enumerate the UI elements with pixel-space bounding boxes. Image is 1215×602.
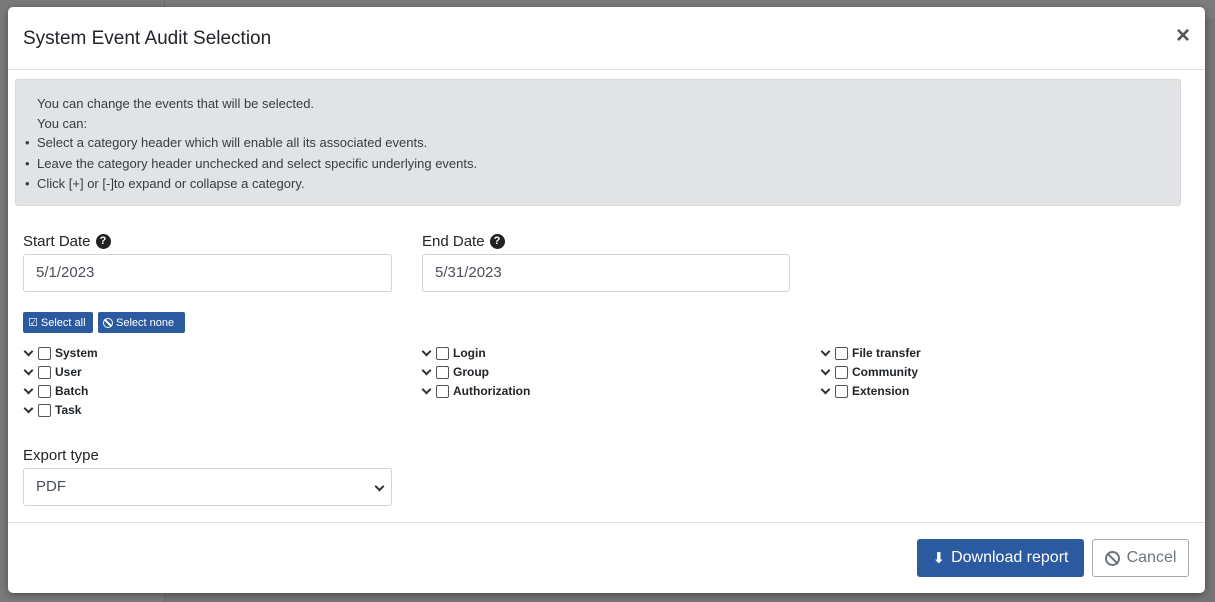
download-report-label: Download report	[951, 549, 1069, 566]
info-panel: You can change the events that will be s…	[15, 79, 1181, 206]
dialog-header: System Event Audit Selection ×	[8, 7, 1205, 70]
category-group[interactable]: Group	[421, 364, 489, 380]
select-none-label: Select none	[116, 316, 175, 329]
category-system[interactable]: System	[23, 345, 98, 361]
category-checkbox[interactable]	[835, 365, 848, 379]
start-date-label: Start Date ?	[23, 233, 111, 250]
close-icon[interactable]: ×	[1176, 24, 1190, 48]
select-all-button[interactable]: ☑ Select all	[23, 312, 93, 333]
start-date-input[interactable]: 5/1/2023	[23, 254, 392, 292]
category-authorization[interactable]: Authorization	[421, 383, 530, 399]
chevron-down-icon[interactable]	[421, 365, 432, 375]
category-community[interactable]: Community	[820, 364, 918, 380]
category-checkbox[interactable]	[835, 346, 848, 360]
ban-icon	[103, 317, 113, 328]
category-checkbox[interactable]	[38, 403, 51, 417]
end-date-label-text: End Date	[422, 233, 485, 250]
chevron-down-icon[interactable]	[820, 365, 831, 375]
select-all-label: Select all	[40, 316, 86, 329]
category-label: Login	[453, 346, 486, 360]
category-file-transfer[interactable]: File transfer	[820, 345, 921, 361]
checkbox-checked-icon: ☑	[28, 317, 38, 329]
start-date-label-text: Start Date	[23, 233, 91, 250]
chevron-down-icon[interactable]	[23, 403, 34, 413]
category-user[interactable]: User	[23, 364, 82, 380]
category-checkbox[interactable]	[38, 346, 51, 360]
download-icon: ⬇	[932, 550, 946, 567]
chevron-down-icon[interactable]	[421, 346, 432, 356]
category-checkbox[interactable]	[436, 346, 449, 360]
category-login[interactable]: Login	[421, 345, 486, 361]
info-intro: You can change the events that will be s…	[37, 96, 315, 111]
category-label: User	[55, 365, 82, 379]
select-none-button[interactable]: Select none	[98, 312, 185, 333]
info-bullet: Click [+] or [-]to expand or collapse a …	[25, 176, 305, 191]
category-checkbox[interactable]	[436, 365, 449, 379]
export-type-label: Export type	[23, 447, 99, 464]
category-extension[interactable]: Extension	[820, 383, 909, 399]
category-checkbox[interactable]	[38, 384, 51, 398]
category-label: Batch	[55, 384, 89, 398]
help-icon[interactable]: ?	[489, 234, 505, 249]
category-label: File transfer	[852, 346, 921, 360]
chevron-down-icon[interactable]	[23, 365, 34, 375]
cancel-label: Cancel	[1126, 549, 1177, 566]
category-label: Community	[852, 365, 918, 379]
help-icon[interactable]: ?	[95, 234, 111, 249]
category-label: System	[55, 346, 98, 360]
category-label: Group	[453, 365, 489, 379]
chevron-down-icon[interactable]	[23, 346, 34, 356]
export-type-select[interactable]: PDF	[23, 468, 392, 506]
info-you-can: You can:	[37, 116, 88, 131]
category-batch[interactable]: Batch	[23, 383, 88, 399]
download-report-button[interactable]: ⬇ Download report	[917, 539, 1084, 577]
category-checkbox[interactable]	[436, 384, 449, 398]
info-bullet: Select a category header which will enab…	[25, 135, 427, 150]
category-label: Task	[55, 403, 82, 417]
chevron-down-icon	[374, 481, 385, 492]
end-date-label: End Date ?	[422, 233, 505, 250]
chevron-down-icon[interactable]	[23, 384, 34, 394]
chevron-down-icon[interactable]	[421, 384, 432, 394]
category-label: Authorization	[453, 384, 531, 398]
category-checkbox[interactable]	[38, 365, 51, 379]
chevron-down-icon[interactable]	[820, 384, 831, 394]
category-checkbox[interactable]	[835, 384, 848, 398]
chevron-down-icon[interactable]	[820, 346, 831, 356]
category-task[interactable]: Task	[23, 402, 81, 418]
ban-icon	[1104, 550, 1120, 566]
end-date-input[interactable]: 5/31/2023	[422, 254, 790, 292]
dialog-title: System Event Audit Selection	[23, 28, 272, 49]
cancel-button[interactable]: Cancel	[1092, 539, 1189, 577]
category-label: Extension	[852, 384, 910, 398]
info-bullet: Leave the category header unchecked and …	[25, 156, 477, 171]
export-type-value: PDF	[36, 478, 66, 495]
